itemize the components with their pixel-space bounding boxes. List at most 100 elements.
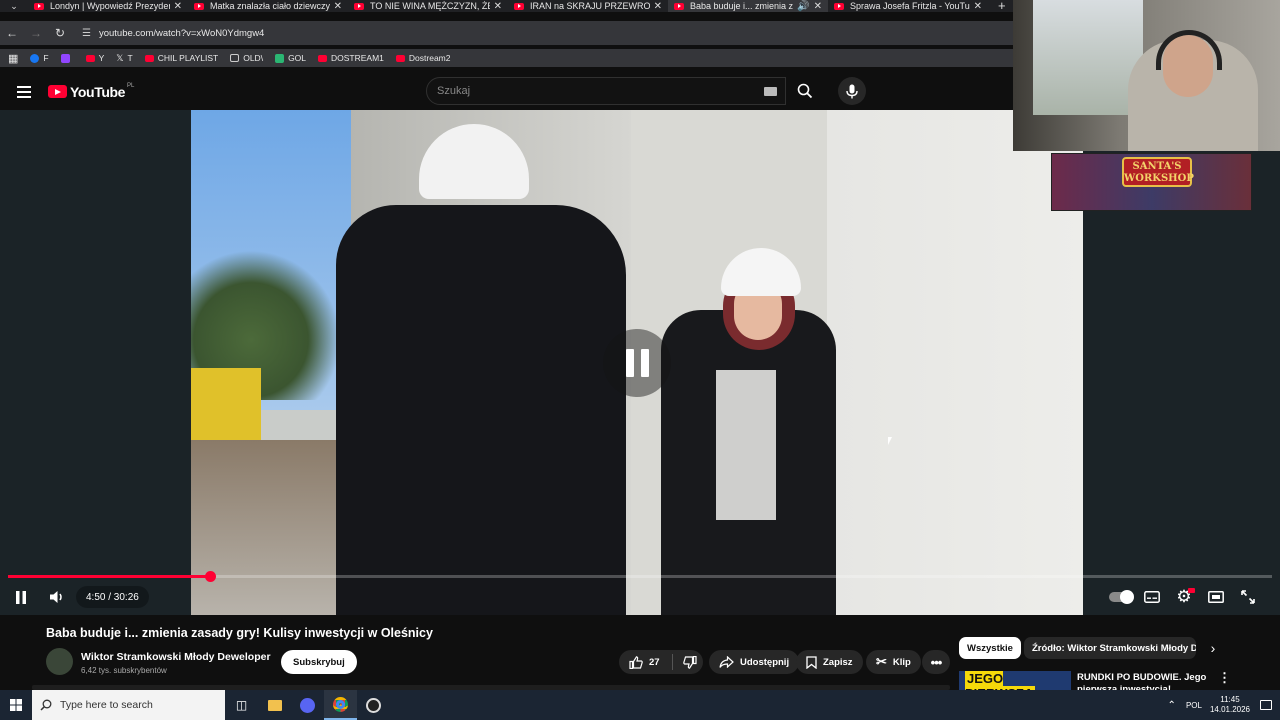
hd-badge bbox=[1188, 588, 1195, 593]
like-button[interactable]: 27 bbox=[629, 655, 660, 669]
channel-avatar[interactable] bbox=[46, 648, 73, 675]
reload-icon[interactable]: ↻ bbox=[48, 26, 72, 40]
subscribe-button[interactable]: Subskrybuj bbox=[281, 650, 357, 674]
keyboard-icon[interactable] bbox=[764, 87, 777, 96]
bookmark-label: OLD\ bbox=[243, 53, 264, 63]
youtube-icon bbox=[85, 54, 95, 62]
browser-toolbar: ← → ↻ ☰ youtube.com/watch?v=xWoN0Ydmgw4 bbox=[0, 21, 1013, 45]
language-indicator[interactable]: POL bbox=[1186, 701, 1202, 710]
chevron-up-icon[interactable]: ⌃ bbox=[1168, 700, 1176, 711]
browser-tab[interactable]: TO NIE WINA MĘŻCZYZN, ŻE PŁ ✕ bbox=[348, 0, 508, 12]
more-actions-button[interactable]: ••• bbox=[922, 650, 950, 674]
subtitles-button[interactable] bbox=[1142, 583, 1162, 611]
speaker-icon[interactable]: 🔊 bbox=[797, 1, 809, 12]
headphones-icon bbox=[1156, 30, 1222, 70]
chip-all[interactable]: Wszystkie bbox=[959, 637, 1021, 659]
thumbs-up-icon bbox=[629, 655, 643, 669]
chrome-button[interactable] bbox=[324, 690, 357, 720]
time-display: 4:50 / 30:26 bbox=[76, 586, 149, 608]
youtube-icon bbox=[144, 54, 154, 62]
bookmark-icon bbox=[806, 655, 817, 669]
search-input[interactable]: Szukaj bbox=[426, 77, 786, 105]
close-icon[interactable]: ✕ bbox=[174, 1, 182, 12]
bookmark-gol[interactable]: GOL bbox=[275, 53, 306, 63]
miniplayer-icon bbox=[1208, 591, 1224, 603]
progress-fill bbox=[8, 575, 211, 578]
dislike-button[interactable] bbox=[679, 655, 697, 669]
chip-source[interactable]: Źródło: Wiktor Stramkowski Młody Dewelop… bbox=[1024, 637, 1196, 659]
clip-button[interactable]: ✂ Klip bbox=[866, 650, 921, 674]
channel-name[interactable]: Wiktor Stramkowski Młody Deweloper bbox=[81, 651, 271, 663]
bookmark-dostream1[interactable]: DOSTREAM1 bbox=[318, 53, 384, 63]
recommendation-title[interactable]: RUNDKI PO BUDOWIE. Jego pierwsza inwesty… bbox=[1077, 672, 1207, 690]
bookmark-folder-old[interactable]: OLD\ bbox=[230, 53, 263, 63]
autoplay-toggle[interactable] bbox=[1107, 583, 1135, 611]
recommendation-thumbnail[interactable]: JEGO PIERWSZA bbox=[959, 671, 1071, 690]
browser-tab[interactable]: Londyn | Wypowiedź Prezydenta ✕ bbox=[28, 0, 188, 12]
close-icon[interactable]: ✕ bbox=[814, 1, 822, 12]
browser-tab[interactable]: Matka znalazła ciało dziewczyny ✕ bbox=[188, 0, 348, 12]
volume-button[interactable] bbox=[44, 583, 70, 611]
bookmark-label: DOSTREAM1 bbox=[331, 53, 384, 63]
bookmark-facebook[interactable]: F bbox=[30, 53, 49, 63]
taskbar-search-input[interactable]: Type here to search bbox=[32, 690, 225, 720]
bookmark-x[interactable]: 𝕏T bbox=[116, 53, 132, 64]
search-button[interactable] bbox=[786, 77, 824, 105]
close-icon[interactable]: ✕ bbox=[494, 1, 502, 12]
fullscreen-button[interactable] bbox=[1238, 583, 1258, 611]
browser-tab[interactable]: Sprawa Josefa Fritzla - YouTube ✕ bbox=[828, 0, 988, 12]
pause-button[interactable] bbox=[8, 583, 34, 611]
notifications-icon[interactable] bbox=[1260, 700, 1272, 710]
youtube-logo[interactable]: YouTube PL bbox=[48, 83, 134, 100]
bookmark-youtube[interactable]: Y bbox=[85, 53, 104, 63]
pause-overlay-icon[interactable] bbox=[603, 329, 671, 397]
close-icon[interactable]: ✕ bbox=[334, 1, 342, 12]
start-button[interactable] bbox=[0, 699, 32, 711]
more-vertical-icon[interactable]: ⋮ bbox=[1218, 670, 1231, 686]
chevron-right-icon[interactable]: › bbox=[1203, 637, 1223, 659]
tab-search-caret-icon[interactable]: ⌄ bbox=[0, 0, 28, 12]
address-bar[interactable]: ☰ youtube.com/watch?v=xWoN0Ydmgw4 bbox=[82, 21, 264, 45]
video-scene-container bbox=[191, 368, 261, 448]
obs-icon bbox=[366, 697, 381, 713]
player-controls: 4:50 / 30:26 ⚙ bbox=[0, 583, 1280, 611]
discord-button[interactable] bbox=[291, 690, 324, 720]
more-horizontal-icon: ••• bbox=[930, 654, 943, 670]
back-icon[interactable]: ← bbox=[0, 26, 24, 40]
bookmark-dostream2[interactable]: Dostream2 bbox=[395, 53, 451, 63]
browser-tab-active[interactable]: Baba buduje i... zmienia zasady🔊 ✕ bbox=[668, 0, 828, 12]
clock[interactable]: 11:45 14.01.2026 bbox=[1210, 695, 1250, 715]
youtube-favicon-icon bbox=[354, 2, 364, 10]
forward-icon[interactable]: → bbox=[24, 26, 48, 40]
settings-button[interactable]: ⚙ bbox=[1173, 583, 1195, 611]
menu-icon[interactable] bbox=[17, 85, 31, 98]
bookmark-twitch[interactable] bbox=[60, 53, 74, 63]
close-icon[interactable]: ✕ bbox=[654, 1, 662, 12]
divider bbox=[671, 654, 673, 670]
video-info: Baba buduje i... zmienia zasady gry! Kul… bbox=[0, 615, 1280, 690]
tab-strip: ⌄ Londyn | Wypowiedź Prezydenta ✕ Matka z… bbox=[0, 0, 1013, 12]
new-tab-icon[interactable]: + bbox=[998, 0, 1006, 12]
site-info-icon[interactable]: ☰ bbox=[82, 28, 91, 39]
file-explorer-button[interactable] bbox=[258, 690, 291, 720]
search-icon bbox=[40, 699, 52, 711]
bookmark-chil-playlist[interactable]: CHIL PLAYLIST bbox=[144, 53, 218, 63]
like-count: 27 bbox=[649, 656, 660, 668]
clock-time: 11:45 bbox=[1220, 695, 1240, 704]
progress-bar[interactable] bbox=[8, 571, 1272, 582]
obs-button[interactable] bbox=[357, 690, 390, 720]
miniplayer-button[interactable] bbox=[1206, 583, 1226, 611]
share-button[interactable]: Udostępnij bbox=[709, 650, 800, 674]
bookmarks-bar: ▦ F Y 𝕏T CHIL PLAYLIST OLD\ GOL DOSTREAM… bbox=[0, 49, 1013, 67]
tab-title: TO NIE WINA MĘŻCZYZN, ŻE PŁ bbox=[370, 1, 490, 11]
voice-search-button[interactable] bbox=[838, 77, 866, 105]
close-icon[interactable]: ✕ bbox=[974, 1, 982, 12]
task-view-button[interactable]: ◫ bbox=[225, 690, 258, 720]
volume-icon bbox=[50, 591, 62, 603]
youtube-favicon-icon bbox=[194, 2, 204, 10]
pause-icon bbox=[16, 590, 26, 604]
save-button[interactable]: Zapisz bbox=[796, 650, 863, 674]
apps-grid-icon[interactable]: ▦ bbox=[8, 52, 18, 65]
santa-workshop-overlay: SANTA'S WORKSHOP bbox=[1051, 153, 1252, 211]
browser-tab[interactable]: IRAN na SKRAJU PRZEWROTU ✕ bbox=[508, 0, 668, 12]
